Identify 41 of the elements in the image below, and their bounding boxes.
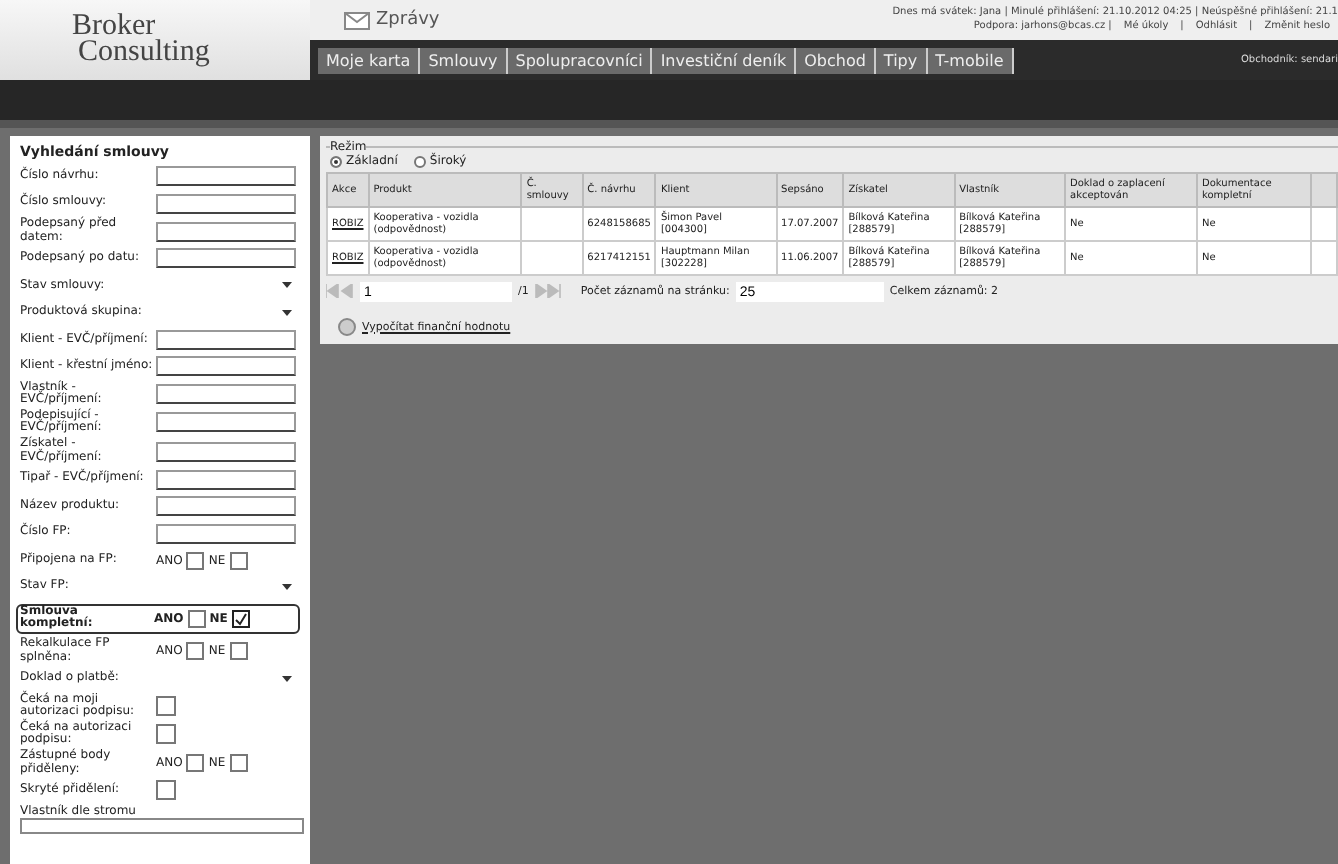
- checkbox[interactable]: [231, 609, 250, 628]
- checkbox[interactable]: [187, 609, 206, 628]
- checkbox[interactable]: [229, 754, 248, 773]
- input-field[interactable]: [156, 166, 296, 187]
- input-field[interactable]: [156, 248, 296, 269]
- logo: Broker Consulting: [0, 0, 310, 80]
- caret-icon: [282, 309, 292, 316]
- caret-icon: [282, 282, 292, 289]
- radio-button[interactable]: [413, 155, 426, 167]
- nav-tab[interactable]: T-mobile: [927, 47, 1014, 73]
- checkbox[interactable]: [229, 642, 248, 661]
- caret-icon: [282, 584, 292, 590]
- input-field[interactable]: [156, 412, 296, 433]
- caret-icon: [282, 675, 292, 682]
- checkbox[interactable]: [186, 642, 205, 661]
- input-field[interactable]: [156, 469, 296, 489]
- messages-link[interactable]: Zprávy: [344, 10, 440, 30]
- input-field[interactable]: [156, 356, 296, 377]
- input-field[interactable]: [156, 523, 296, 543]
- checkbox[interactable]: [156, 724, 176, 745]
- nav-tab[interactable]: Obchod: [796, 47, 876, 73]
- checkbox[interactable]: [156, 780, 176, 801]
- nav-tab[interactable]: Tipy: [875, 47, 928, 73]
- input-field[interactable]: [156, 193, 296, 214]
- input-field[interactable]: [156, 221, 296, 242]
- nav-tab[interactable]: Smlouvy: [420, 47, 508, 73]
- radio-button[interactable]: [330, 155, 342, 167]
- checkbox[interactable]: [186, 551, 205, 569]
- checkbox[interactable]: [186, 754, 205, 773]
- nav-tab[interactable]: Spolupracovníci: [507, 47, 653, 73]
- input-field[interactable]: [156, 329, 296, 350]
- envelope-icon: [344, 11, 370, 29]
- input-field[interactable]: [156, 496, 296, 516]
- calculator-icon: [338, 318, 356, 336]
- input-field[interactable]: [156, 441, 296, 462]
- nav-tab[interactable]: Moje karta: [318, 47, 421, 73]
- checkbox[interactable]: [229, 551, 248, 569]
- input-field[interactable]: [20, 818, 304, 835]
- input-field[interactable]: [156, 384, 296, 405]
- nav-tab[interactable]: Investiční deník: [652, 47, 797, 73]
- checkbox[interactable]: [156, 696, 176, 717]
